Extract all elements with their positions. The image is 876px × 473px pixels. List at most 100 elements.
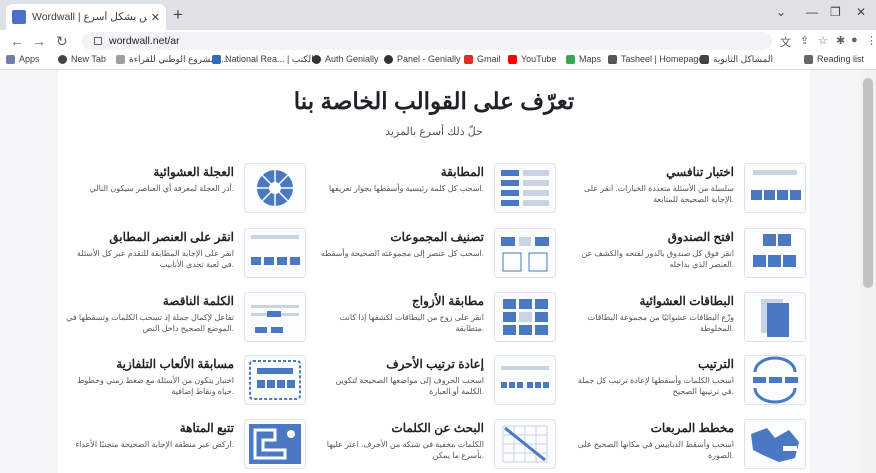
translate-icon[interactable]: 文 (780, 34, 791, 50)
template-card-matching-pairs[interactable]: مطابقة الأزواج انقر على زوج من البطاقات ل… (316, 292, 556, 348)
tab-search-icon[interactable]: ⌄ (776, 5, 786, 19)
scrollbar[interactable] (860, 70, 876, 473)
book-icon (212, 55, 221, 64)
template-card-random-cards[interactable]: البطاقات العشوائية وزّع البطاقات عشوائيًا… (566, 292, 806, 348)
template-title: تصنيف المجموعات (390, 230, 484, 244)
template-desc: انقر على زوج من البطاقات لكشفها إذا كانت… (339, 313, 484, 333)
back-button[interactable]: ← (10, 32, 24, 50)
template-title: افتح الصندوق (667, 230, 734, 244)
bookmark-tasheel[interactable]: Tasheel | Homepage (608, 54, 703, 64)
template-desc: الكلمات مخفية في شبكة من الأحرف. اعثر عل… (326, 440, 484, 460)
url-text: wordwall.net/ar (109, 35, 180, 47)
bookmark-apps[interactable]: Apps (6, 54, 40, 64)
template-card-maze-chase[interactable]: تتبع المتاهة اركض عبر منطقة الإجابة الصحي… (66, 419, 306, 473)
close-window-button[interactable]: ✕ (856, 5, 866, 19)
tab-strip: Wordwall | إنشاء أفضل الدروس بشكل أسرع ✕… (0, 0, 876, 30)
anagram-thumbnail (494, 355, 556, 405)
share-icon[interactable]: ⇪ (800, 34, 809, 47)
labelled-diagram-thumbnail (744, 419, 806, 469)
star-icon[interactable]: ☆ (818, 34, 828, 47)
apps-grid-icon (6, 54, 15, 64)
template-card-random-wheel[interactable]: العجلة العشوائية أدر العجلة لمعرفة أي الع… (66, 163, 306, 219)
bookmark-panel-genially[interactable]: Panel - Genially (384, 54, 461, 64)
template-title: إعادة ترتيب الأحرف (386, 357, 484, 371)
restore-button[interactable]: ❐ (830, 5, 841, 19)
wordsearch-thumbnail (494, 419, 556, 469)
page-icon (116, 55, 125, 64)
template-title: انقر على العنصر المطابق (109, 230, 234, 244)
maps-icon (566, 54, 575, 64)
new-tab-button[interactable]: + (173, 6, 183, 24)
template-card-match-up[interactable]: المطابقة اسحب كل كلمة رئيسية وأسقطها بجوا… (316, 163, 556, 219)
profile-avatar[interactable]: ● (851, 34, 858, 46)
template-desc: اسحب وأسقط الدبابيس في مكانها الصحيح على… (577, 440, 735, 460)
whack-thumbnail (244, 228, 306, 278)
template-title: المطابقة (440, 165, 484, 179)
page-subtitle: حلّ ذلك أسرع بالمزيد (385, 126, 483, 138)
genially-icon (384, 54, 393, 64)
minimize-button[interactable]: — (806, 5, 818, 19)
template-desc: اركض عبر منطقة الإجابة الصحيحة متجنبًا ا… (75, 440, 234, 449)
youtube-icon (508, 54, 517, 64)
maze-chase-thumbnail (244, 419, 306, 469)
genially-icon (312, 54, 321, 64)
reload-button[interactable]: ↻ (56, 32, 68, 50)
template-card-whack[interactable]: انقر على العنصر المطابق انقر على الإجابة … (66, 228, 306, 284)
bookmarks-bar: Apps New Tab المشروع الوطني للقراءة... N… (0, 52, 876, 70)
forward-button[interactable]: → (32, 32, 46, 50)
templates-section: تعرّف على القوالب الخاصة بنا حلّ ذلك أسر… (58, 70, 810, 473)
lock-icon (94, 37, 102, 45)
template-title: الترتيب (698, 357, 734, 371)
page-viewport: تعرّف على القوالب الخاصة بنا حلّ ذلك أسر… (0, 70, 876, 473)
close-tab-icon[interactable]: ✕ (151, 11, 160, 24)
template-desc: سلسلة من الأسئلة متعددة الخيارات. انقر ع… (583, 184, 734, 204)
template-card-group-sort[interactable]: تصنيف المجموعات اسحب كل عنصر إلى مجموعته … (316, 228, 556, 284)
bookmark-maps[interactable]: Maps (566, 54, 601, 64)
template-desc: تفاعل لإكمال جملة إذ تسحب الكلمات وتسقطه… (66, 313, 234, 333)
template-card-wordsearch[interactable]: البحث عن الكلمات الكلمات مخفية في شبكة من… (316, 419, 556, 473)
matching-pairs-thumbnail (494, 292, 556, 342)
browser-toolbar: ← → ↻ wordwall.net/ar 文 ⇪ ☆ ✱ ● ⋮ (0, 30, 876, 52)
template-title: البطاقات العشوائية (639, 294, 734, 308)
template-title: الكلمة الناقصة (162, 294, 234, 308)
template-title: تتبع المتاهة (179, 421, 234, 435)
browser-tab[interactable]: Wordwall | إنشاء أفضل الدروس بشكل أسرع ✕ (6, 4, 166, 30)
page-title: تعرّف على القوالب الخاصة بنا (293, 88, 575, 114)
template-desc: اسحب الكلمات وأسقطها لإعادة ترتيب كل جمل… (577, 376, 734, 396)
bookmark-auth-genially[interactable]: Auth Genially (312, 54, 379, 64)
template-title: البحث عن الكلمات (391, 421, 484, 435)
template-card-rank-order[interactable]: الترتيب اسحب الكلمات وأسقطها لإعادة ترتيب… (566, 355, 806, 411)
template-card-open-box[interactable]: افتح الصندوق انقر فوق كل صندوق بالدور لفت… (566, 228, 806, 284)
template-title: مطابقة الأزواج (412, 294, 484, 308)
template-desc: أدر العجلة لمعرفة أي العناصر سيكون التال… (89, 184, 234, 193)
template-card-anagram[interactable]: إعادة ترتيب الأحرف اسحب الحروف إلى مواضعه… (316, 355, 556, 411)
template-desc: اسحب الحروف إلى مواضعها الصحيحة لتكوين ا… (335, 376, 484, 396)
template-card-missing-word[interactable]: الكلمة الناقصة تفاعل لإكمال جملة إذ تسحب … (66, 292, 306, 348)
bookmark-youtube[interactable]: YouTube (508, 54, 556, 64)
template-title: مخطط المربعات (650, 421, 734, 435)
template-title: العجلة العشوائية (153, 165, 234, 179)
group-sort-thumbnail (494, 228, 556, 278)
quiz-thumbnail (744, 163, 806, 213)
template-desc: انقر على الإجابة المطابقة للتقدم عبر كل … (76, 249, 234, 269)
extensions-icon[interactable]: ✱ (836, 34, 845, 47)
template-desc: انقر فوق كل صندوق بالدور لفتحه والكشف عن… (581, 249, 734, 269)
menu-icon[interactable]: ⋮ (866, 34, 876, 47)
bookmark-newtab[interactable]: New Tab (58, 54, 106, 64)
template-title: مسابقة الألعاب التلفازية (116, 357, 234, 371)
gmail-icon (464, 54, 473, 64)
address-bar[interactable]: wordwall.net/ar (82, 32, 772, 50)
template-desc: اسحب كل كلمة رئيسية وأسقطها بجوار تعريفه… (328, 184, 484, 193)
template-card-labelled-diagram[interactable]: مخطط المربعات اسحب وأسقط الدبابيس في مكان… (566, 419, 806, 473)
globe-icon (58, 54, 67, 64)
bookmark-reading-list[interactable]: Reading list (804, 54, 864, 64)
bookmark-secondary-problems[interactable]: المشاكل الثانوية (700, 54, 773, 65)
match-up-thumbnail (494, 163, 556, 213)
template-card-quiz[interactable]: اختبار تنافسي سلسلة من الأسئلة متعددة الخ… (566, 163, 806, 219)
bookmark-national-reading[interactable]: National Rea... | الكتب (212, 54, 314, 65)
bookmark-gmail[interactable]: Gmail (464, 54, 501, 64)
template-card-gameshow-quiz[interactable]: مسابقة الألعاب التلفازية اختبار يتكون من … (66, 355, 306, 411)
folder-icon (700, 55, 709, 64)
scrollbar-thumb[interactable] (863, 78, 873, 288)
template-desc: اسحب كل عنصر إلى مجموعته الصحيحة وأسقطه. (320, 249, 484, 258)
